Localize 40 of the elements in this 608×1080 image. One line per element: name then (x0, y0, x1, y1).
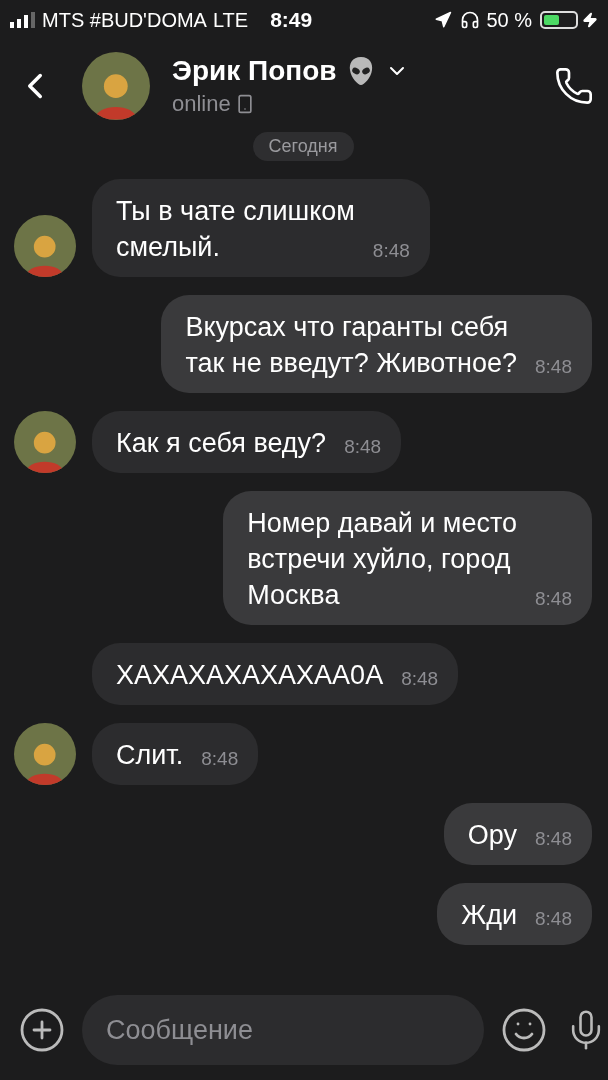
incoming-message[interactable]: Слит. 8:48 (92, 723, 259, 785)
message-text: Ору (467, 819, 517, 852)
message-text: Ты в чате слишком смелый. (116, 195, 355, 264)
message-time: 8:48 (534, 587, 572, 611)
contact-name[interactable]: Эрик Попов (172, 55, 337, 87)
outgoing-message[interactable]: Ору 8:48 (443, 803, 592, 865)
message-text: Вкурсах что гаранты себя так не введут? Животное? (185, 311, 517, 380)
message-field[interactable]: Сообщение (82, 995, 484, 1065)
outgoing-message[interactable]: Жди 8:48 (437, 883, 592, 945)
message-time: 8:48 (534, 907, 572, 931)
battery-icon (540, 11, 578, 29)
carrier-name: MTS #BUD'DOMA (42, 8, 207, 32)
incoming-message[interactable]: Как я себя веду? 8:48 (92, 411, 402, 473)
message-time: 8:48 (371, 239, 410, 263)
message-time: 8:48 (534, 355, 572, 379)
outgoing-message[interactable]: Вкурсах что гаранты себя так не введут? Животное? 8:48 (161, 295, 592, 393)
message-time: 8:48 (343, 435, 382, 459)
message-text: Номер давай и место встречи хуйло, город Москва (247, 507, 517, 612)
message-text: ХАХАХАХАХАХАА0А (116, 659, 384, 692)
smiley-icon[interactable] (500, 1006, 548, 1054)
clock: 8:49 (270, 8, 313, 32)
signal-icon (10, 12, 36, 28)
headphones-icon (460, 10, 481, 30)
battery-percent: 50 % (486, 8, 532, 32)
plus-icon[interactable] (18, 1006, 66, 1054)
message-time: 8:48 (400, 667, 439, 691)
network-type: LTE (212, 8, 249, 32)
charging-icon (582, 12, 598, 28)
incoming-message[interactable]: ХАХАХАХАХАХАА0А 8:48 (92, 643, 459, 705)
outgoing-message[interactable]: Номер давай и место встречи хуйло, город Москва 8:48 (223, 491, 592, 625)
message-text: Жди (461, 899, 517, 932)
message-text: Слит. (116, 739, 184, 772)
presence-status: online (172, 91, 231, 117)
location-icon (434, 11, 453, 29)
phone-icon[interactable] (554, 66, 594, 106)
message-time: 8:48 (534, 827, 572, 851)
message-text: Как я себя веду? (116, 427, 327, 460)
message-time: 8:48 (200, 747, 239, 771)
incoming-message[interactable]: Ты в чате слишком смелый. 8:48 (92, 179, 430, 277)
date-label: Сегодня (252, 132, 354, 161)
